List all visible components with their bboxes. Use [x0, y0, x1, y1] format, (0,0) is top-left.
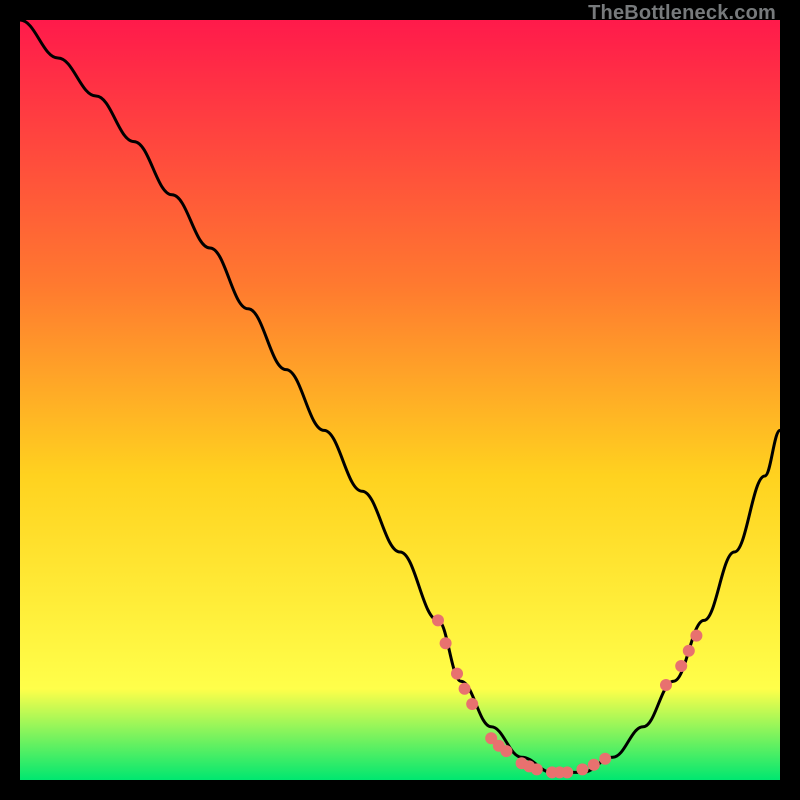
data-marker: [588, 759, 600, 771]
gradient-background: [20, 20, 780, 780]
data-marker: [432, 614, 444, 626]
bottleneck-chart: [20, 20, 780, 780]
data-marker: [440, 637, 452, 649]
data-marker: [466, 698, 478, 710]
data-marker: [531, 763, 543, 775]
data-marker: [451, 668, 463, 680]
data-marker: [660, 679, 672, 691]
data-marker: [459, 683, 471, 695]
data-marker: [576, 763, 588, 775]
data-marker: [561, 766, 573, 778]
data-marker: [683, 645, 695, 657]
data-marker: [500, 745, 512, 757]
data-marker: [599, 753, 611, 765]
chart-frame: [20, 20, 780, 780]
data-marker: [675, 660, 687, 672]
data-marker: [690, 630, 702, 642]
